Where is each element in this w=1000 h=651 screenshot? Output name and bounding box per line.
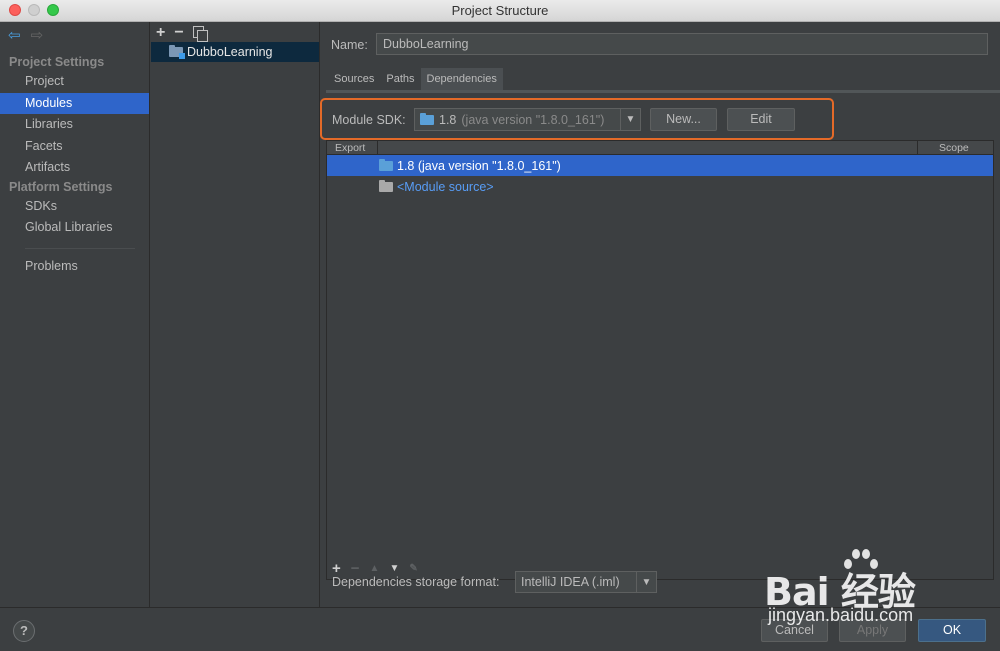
module-name: DubboLearning (187, 45, 273, 59)
sidebar-item-sdks[interactable]: SDKs (0, 196, 149, 217)
sidebar-item-artifacts[interactable]: Artifacts (0, 157, 149, 178)
table-row[interactable]: <Module source> (327, 176, 993, 197)
new-sdk-button[interactable]: New... (650, 108, 717, 131)
table-toolbar: + − ▲ ▼ ✎ (332, 561, 418, 576)
chevron-down-icon[interactable]: ▼ (620, 109, 640, 130)
row-label: <Module source> (397, 179, 494, 194)
platform-settings-header: Platform Settings (9, 180, 113, 194)
remove-module-button[interactable]: − (174, 24, 183, 42)
sidebar-item-problems[interactable]: Problems (0, 256, 149, 277)
project-settings-header: Project Settings (9, 55, 105, 69)
sidebar-item-libraries[interactable]: Libraries (0, 114, 149, 135)
storage-format-value: IntelliJ IDEA (.iml) (521, 575, 620, 589)
module-tabs: Sources Paths Dependencies (328, 68, 503, 90)
title-bar: Project Structure (0, 0, 1000, 22)
maximize-window-button[interactable] (47, 4, 59, 16)
settings-sidebar: ⇦ ⇨ Project Settings Project Modules Lib… (0, 22, 150, 607)
tab-paths[interactable]: Paths (380, 68, 421, 90)
move-up-icon[interactable]: ▲ (370, 562, 380, 576)
chevron-down-icon[interactable]: ▼ (636, 572, 656, 593)
sdk-folder-icon (379, 158, 393, 171)
tab-sources[interactable]: Sources (328, 68, 381, 90)
column-export[interactable]: Export (335, 142, 365, 154)
minimize-window-button[interactable] (28, 4, 40, 16)
sidebar-item-modules[interactable]: Modules (0, 93, 149, 114)
remove-dependency-icon[interactable]: − (351, 561, 360, 576)
module-name-field[interactable]: DubboLearning (376, 33, 988, 55)
help-button[interactable]: ? (13, 620, 35, 642)
sdk-folder-icon (420, 112, 434, 125)
row-label: 1.8 (java version "1.8.0_161") (397, 158, 561, 173)
tabs-underline (326, 90, 1000, 93)
module-folder-icon (169, 45, 185, 59)
add-dependency-icon[interactable]: + (332, 561, 341, 576)
close-window-button[interactable] (9, 4, 21, 16)
forward-arrow-icon[interactable]: ⇨ (31, 28, 44, 44)
column-scope[interactable]: Scope (939, 142, 969, 154)
module-sdk-row: Module SDK: 1.8 (java version "1.8.0_161… (332, 108, 992, 131)
module-settings: Name: DubboLearning Sources Paths Depend… (320, 22, 1000, 607)
module-sdk-dropdown[interactable]: 1.8 (java version "1.8.0_161") ▼ (414, 108, 641, 131)
sdk-version-detail: (java version "1.8.0_161") (461, 112, 605, 127)
sidebar-item-facets[interactable]: Facets (0, 136, 149, 157)
storage-format-dropdown[interactable]: IntelliJ IDEA (.iml) ▼ (515, 571, 657, 593)
window-title: Project Structure (451, 3, 549, 18)
storage-format-label: Dependencies storage format: (332, 575, 500, 589)
edit-sdk-button[interactable]: Edit (727, 108, 795, 131)
table-row[interactable]: 1.8 (java version "1.8.0_161") (327, 155, 993, 176)
sidebar-item-project[interactable]: Project (0, 71, 149, 92)
back-arrow-icon[interactable]: ⇦ (8, 28, 21, 44)
watermark-url: jingyan.baidu.com (768, 605, 914, 625)
move-down-icon[interactable]: ▼ (389, 562, 399, 576)
source-folder-icon (379, 179, 393, 192)
edit-pencil-icon[interactable]: ✎ (409, 562, 417, 576)
sidebar-item-global-libraries[interactable]: Global Libraries (0, 217, 149, 238)
baidu-watermark: Bai 经验 jingyan.baidu.com (764, 545, 984, 625)
sidebar-divider (25, 248, 135, 249)
module-list-item[interactable]: DubboLearning (151, 42, 319, 62)
add-module-button[interactable]: + (156, 24, 165, 42)
tab-dependencies[interactable]: Dependencies (420, 68, 503, 90)
module-sdk-label: Module SDK: (332, 113, 406, 127)
name-label: Name: (331, 38, 368, 52)
dependencies-table: Export Scope 1.8 (java version "1.8.0_16… (326, 140, 994, 580)
sdk-value: 1.8 (439, 112, 457, 127)
modules-panel: + − DubboLearning (150, 22, 320, 607)
copy-module-icon[interactable] (192, 26, 208, 42)
table-header: Export Scope (327, 141, 993, 155)
